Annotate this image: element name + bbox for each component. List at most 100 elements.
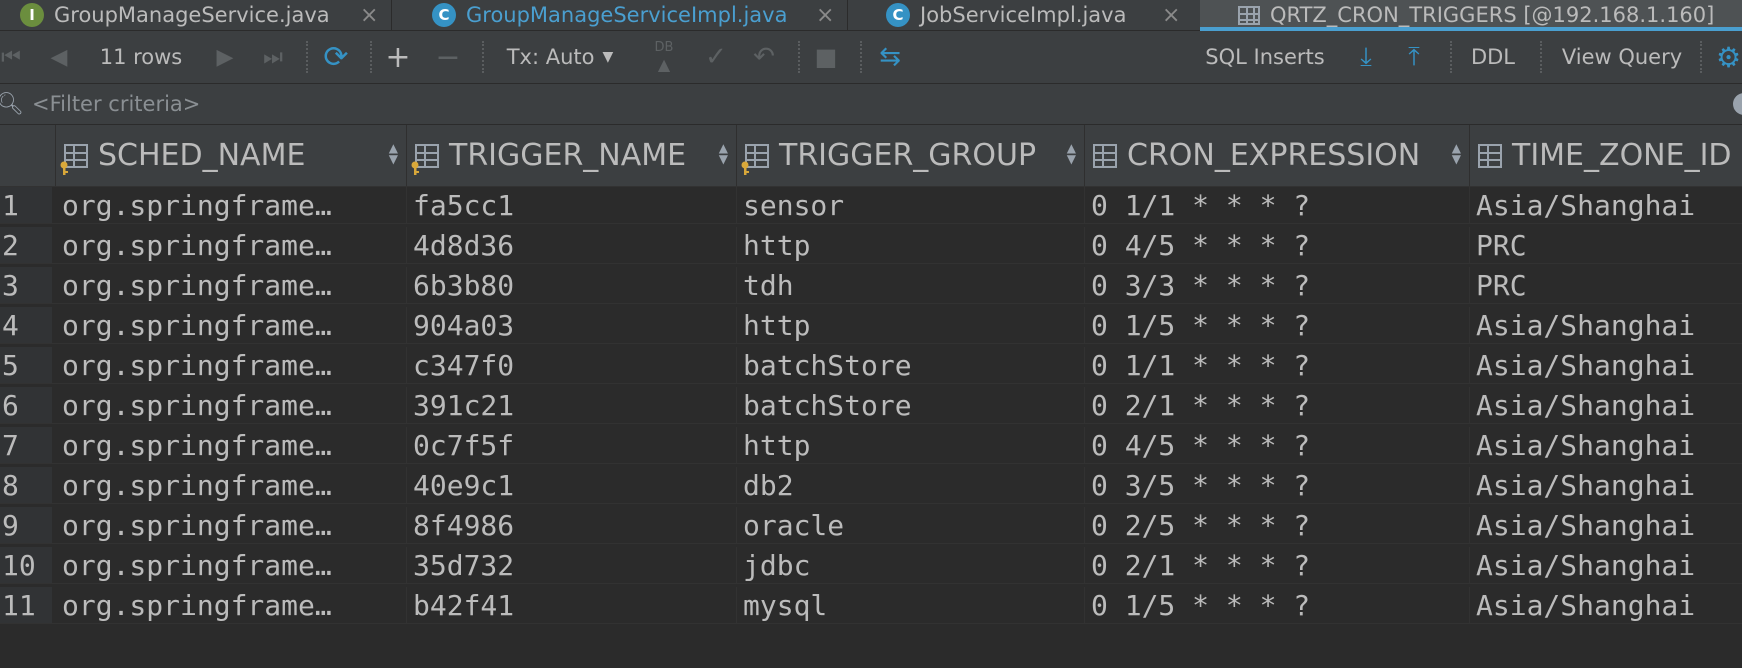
sort-icon[interactable]: ▲ ▼: [1067, 142, 1076, 165]
table-cell[interactable]: Asia/Shanghai: [1470, 547, 1742, 583]
sql-inserts-dropdown[interactable]: SQL Inserts: [1200, 31, 1330, 83]
rollback-icon[interactable]: ↶: [748, 31, 780, 83]
table-cell[interactable]: 0 4/5 * * * ?: [1085, 227, 1470, 263]
table-cell[interactable]: org.springframe…: [56, 427, 407, 463]
table-row[interactable]: 3 org.springframe… 6b3b80 tdh 0 3/3 * * * ? P…: [0, 267, 1742, 304]
table-cell[interactable]: http: [737, 227, 1085, 263]
table-row[interactable]: 11 org.springframe… b42f41 mysql 0 1/5 * * *…: [0, 587, 1742, 624]
transaction-mode-dropdown[interactable]: Tx: Auto ▼: [500, 31, 620, 83]
table-row[interactable]: 6 org.springframe… 391c21 batchStore 0 2/1 *…: [0, 387, 1742, 424]
table-row[interactable]: 10 org.springframe… 35d732 jdbc 0 2/1 * * * …: [0, 547, 1742, 584]
table-cell[interactable]: org.springframe…: [56, 387, 407, 423]
table-cell[interactable]: org.springframe…: [56, 347, 407, 383]
table-row[interactable]: 2 org.springframe… 4d8d36 http 0 4/5 * * * ?…: [0, 227, 1742, 264]
add-row-icon[interactable]: +: [382, 31, 414, 83]
first-page-icon[interactable]: ⏮: [0, 31, 26, 83]
table-cell[interactable]: 0 1/1 * * * ?: [1085, 187, 1470, 223]
table-cell[interactable]: org.springframe…: [56, 227, 407, 263]
table-cell[interactable]: 0 2/1 * * * ?: [1085, 547, 1470, 583]
table-cell[interactable]: db2: [737, 467, 1085, 503]
last-page-icon[interactable]: ⏭: [256, 31, 290, 83]
tab-group-manage-service[interactable]: I GroupManageService.java ×: [20, 0, 378, 30]
table-cell[interactable]: Asia/Shanghai: [1470, 387, 1742, 423]
table-cell[interactable]: org.springframe…: [56, 307, 407, 343]
table-cell[interactable]: jdbc: [737, 547, 1085, 583]
table-cell[interactable]: 6b3b80: [407, 267, 737, 303]
table-cell[interactable]: 0 2/5 * * * ?: [1085, 507, 1470, 543]
table-cell[interactable]: tdh: [737, 267, 1085, 303]
table-cell[interactable]: 0 2/1 * * * ?: [1085, 387, 1470, 423]
table-cell[interactable]: c347f0: [407, 347, 737, 383]
tab-job-service-impl[interactable]: C JobServiceImpl.java ×: [886, 0, 1186, 30]
table-row[interactable]: 9 org.springframe… 8f4986 oracle 0 2/5 * * *…: [0, 507, 1742, 544]
table-cell[interactable]: 0 4/5 * * * ?: [1085, 427, 1470, 463]
table-cell[interactable]: 0 1/1 * * * ?: [1085, 347, 1470, 383]
gear-icon[interactable]: ⚙: [1716, 31, 1742, 83]
table-cell[interactable]: batchStore: [737, 387, 1085, 423]
next-page-icon[interactable]: ▶: [210, 31, 240, 83]
close-icon[interactable]: ×: [816, 3, 834, 28]
table-cell[interactable]: 40e9c1: [407, 467, 737, 503]
table-cell[interactable]: b42f41: [407, 587, 737, 623]
table-row[interactable]: 1 org.springframe… fa5cc1 sensor 0 1/1 * * *…: [0, 187, 1742, 224]
table-cell[interactable]: 391c21: [407, 387, 737, 423]
filter-input[interactable]: <Filter criteria>: [32, 92, 200, 116]
table-cell[interactable]: http: [737, 427, 1085, 463]
table-cell[interactable]: 8f4986: [407, 507, 737, 543]
table-cell[interactable]: sensor: [737, 187, 1085, 223]
table-cell[interactable]: http: [737, 307, 1085, 343]
table-cell[interactable]: Asia/Shanghai: [1470, 187, 1742, 223]
tab-group-manage-service-impl[interactable]: C GroupManageServiceImpl.java ×: [432, 0, 836, 30]
previous-page-icon[interactable]: ◀: [44, 31, 74, 83]
table-cell[interactable]: PRC: [1470, 267, 1742, 303]
table-row[interactable]: 8 org.springframe… 40e9c1 db2 0 3/5 * * * ? A…: [0, 467, 1742, 504]
table-cell[interactable]: Asia/Shanghai: [1470, 587, 1742, 623]
sort-icon[interactable]: ▲ ▼: [719, 142, 728, 165]
table-cell[interactable]: 4d8d36: [407, 227, 737, 263]
table-row[interactable]: 7 org.springframe… 0c7f5f http 0 4/5 * * * ?…: [0, 427, 1742, 464]
view-query-button[interactable]: View Query: [1560, 31, 1684, 83]
table-cell[interactable]: 0 3/5 * * * ?: [1085, 467, 1470, 503]
sort-icon[interactable]: ▲ ▼: [389, 142, 398, 165]
column-header-time-zone-id[interactable]: TIME_ZONE_ID: [1470, 125, 1742, 186]
table-cell[interactable]: Asia/Shanghai: [1470, 507, 1742, 543]
table-cell[interactable]: Asia/Shanghai: [1470, 427, 1742, 463]
table-cell[interactable]: org.springframe…: [56, 507, 407, 543]
table-cell[interactable]: 904a03: [407, 307, 737, 343]
column-header-cron-expression[interactable]: CRON_EXPRESSION ▲ ▼: [1085, 125, 1470, 186]
table-cell[interactable]: fa5cc1: [407, 187, 737, 223]
column-header-trigger-name[interactable]: TRIGGER_NAME ▲ ▼: [407, 125, 737, 186]
table-cell[interactable]: org.springframe…: [56, 587, 407, 623]
db-commit-icon[interactable]: DB ▲: [648, 31, 680, 83]
table-cell[interactable]: batchStore: [737, 347, 1085, 383]
table-cell[interactable]: org.springframe…: [56, 267, 407, 303]
clear-icon[interactable]: [1733, 93, 1742, 115]
table-row[interactable]: 4 org.springframe… 904a03 http 0 1/5 * * * ?…: [0, 307, 1742, 344]
table-cell[interactable]: org.springframe…: [56, 547, 407, 583]
table-cell[interactable]: Asia/Shanghai: [1470, 467, 1742, 503]
table-row[interactable]: 5 org.springframe… c347f0 batchStore 0 1/1 *…: [0, 347, 1742, 384]
row-count[interactable]: 11 rows: [96, 31, 186, 83]
export-icon[interactable]: ⤓: [1350, 31, 1382, 83]
cancel-query-icon[interactable]: ■: [810, 31, 842, 83]
table-cell[interactable]: 0c7f5f: [407, 427, 737, 463]
table-cell[interactable]: org.springframe…: [56, 467, 407, 503]
table-cell[interactable]: 0 1/5 * * * ?: [1085, 307, 1470, 343]
ddl-button[interactable]: DDL: [1466, 31, 1520, 83]
column-header-sched-name[interactable]: SCHED_NAME ▲ ▼: [56, 125, 407, 186]
reload-icon[interactable]: ⟳: [318, 31, 354, 83]
delete-row-icon[interactable]: −: [432, 31, 464, 83]
table-cell[interactable]: oracle: [737, 507, 1085, 543]
tab-qrtz-cron-triggers[interactable]: QRTZ_CRON_TRIGGERS [@192.168.1.160]: [1200, 0, 1742, 31]
table-cell[interactable]: org.springframe…: [56, 187, 407, 223]
table-cell[interactable]: mysql: [737, 587, 1085, 623]
table-cell[interactable]: PRC: [1470, 227, 1742, 263]
table-cell[interactable]: Asia/Shanghai: [1470, 347, 1742, 383]
column-header-trigger-group[interactable]: TRIGGER_GROUP ▲ ▼: [737, 125, 1085, 186]
table-cell[interactable]: 0 1/5 * * * ?: [1085, 587, 1470, 623]
table-cell[interactable]: Asia/Shanghai: [1470, 307, 1742, 343]
close-icon[interactable]: ×: [360, 3, 378, 28]
submit-icon[interactable]: ✓: [700, 31, 732, 83]
close-icon[interactable]: ×: [1162, 3, 1180, 28]
import-icon[interactable]: ⤒: [1398, 31, 1430, 83]
